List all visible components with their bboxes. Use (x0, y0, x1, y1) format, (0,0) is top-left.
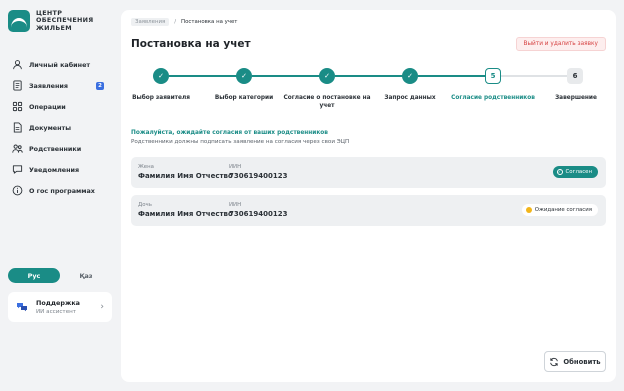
step-check-icon: ✓ (402, 68, 418, 84)
sidebar: ЦЕНТР ОБЕСПЕЧЕНИЯ ЖИЛЬЕМ Личный кабинет … (0, 0, 120, 391)
chat-bubbles-icon (17, 303, 27, 312)
step-label: Запрос данных (384, 95, 436, 101)
file-icon (13, 122, 22, 133)
breadcrumb: Заявления / Постановка на учет (131, 18, 237, 26)
check-circle-icon: ✓ (556, 169, 563, 175)
sidebar-item-label: Личный кабинет (29, 60, 91, 69)
relative-row: Жена Фамилия Имя Отчество ИИН 7306194001… (131, 157, 606, 188)
main-panel: Заявления / Постановка на учет Постановк… (121, 10, 616, 382)
sidebar-item-documents[interactable]: Документы (12, 117, 116, 138)
sidebar-item-label: Заявления (29, 81, 69, 90)
count-badge: 2 (96, 81, 104, 90)
relation-label: Дочь (138, 202, 152, 208)
breadcrumb-current: Постановка на учет (181, 19, 238, 25)
page-title: Постановка на учет (131, 38, 251, 50)
step-label-current: Согласие родственников (451, 95, 535, 101)
step-connector (418, 75, 493, 77)
sidebar-item-relatives[interactable]: Родственники (12, 138, 116, 159)
step-label: Выбор категории (214, 95, 274, 101)
stepper: ✓ ✓ ✓ ✓ 5 6 Выбор заявителя Выбор катего… (121, 68, 616, 118)
step-number-current: 5 (485, 68, 501, 84)
refresh-icon (550, 357, 559, 366)
chat-icon (12, 165, 23, 174)
relative-row: Дочь Фамилия Имя Отчество ИИН 7306194001… (131, 195, 606, 226)
support-subtitle: ИИ ассистент (36, 309, 77, 315)
step-connector (501, 75, 576, 77)
refresh-button[interactable]: Обновить (544, 351, 606, 372)
user-icon (13, 60, 22, 70)
relative-name: Фамилия Имя Отчество (138, 172, 233, 180)
notice-subtitle: Родственники должны подписать заявление … (131, 139, 350, 145)
step-label: Выбор заявителя (132, 95, 190, 101)
step-label: Завершение (555, 95, 597, 101)
sidebar-item-label: О гос программах (29, 186, 95, 195)
logo-text: ЦЕНТР ОБЕСПЕЧЕНИЯ ЖИЛЬЕМ (36, 9, 94, 32)
iin-label: ИИН (229, 202, 242, 208)
status-badge: ✓ Согласен (552, 166, 598, 178)
status-text: Ожидание согласия (534, 207, 592, 213)
support-title: Поддержка (36, 299, 80, 307)
people-icon (12, 144, 23, 153)
sidebar-item-applications[interactable]: Заявления 2 (12, 75, 116, 96)
sidebar-nav: Личный кабинет Заявления 2 Операции Доку… (12, 54, 116, 201)
support-card[interactable]: Поддержка ИИ ассистент › (8, 292, 112, 322)
sidebar-item-label: Документы (29, 123, 72, 132)
document-icon (13, 80, 22, 91)
iin-value: 730619400123 (229, 172, 288, 180)
sidebar-item-label: Операции (29, 102, 66, 111)
step-connector (335, 75, 410, 77)
chevron-right-icon: › (100, 302, 104, 312)
logo-line-3: ЖИЛЬЕМ (36, 23, 72, 32)
breadcrumb-link[interactable]: Заявления (131, 18, 170, 26)
status-text: Согласен (565, 169, 592, 175)
relative-name: Фамилия Имя Отчество (138, 210, 233, 218)
logo-icon (8, 10, 30, 33)
step-label: Согласие о постановке на учет (283, 95, 371, 109)
step-connector (252, 75, 327, 77)
exit-delete-button[interactable]: Выйти и удалить заявку (515, 37, 606, 51)
breadcrumb-separator: / (174, 19, 177, 25)
pending-dot-icon (525, 207, 532, 213)
status-badge: Ожидание согласия (521, 204, 598, 216)
sidebar-item-label: Родственники (29, 144, 82, 153)
sidebar-item-operations[interactable]: Операции (12, 96, 116, 117)
sidebar-item-label: Уведомления (29, 165, 80, 174)
step-connector (169, 75, 244, 77)
notice-title: Пожалуйста, ожидайте согласия от ваших р… (131, 130, 328, 136)
sidebar-item-notifications[interactable]: Уведомления (12, 159, 116, 180)
sidebar-item-cabinet[interactable]: Личный кабинет (12, 54, 116, 75)
lang-kz-button[interactable]: Қаз (60, 268, 112, 283)
sidebar-item-programs[interactable]: О гос программах (12, 180, 116, 201)
iin-label: ИИН (229, 164, 242, 170)
lang-ru-button[interactable]: Рус (8, 268, 60, 283)
relation-label: Жена (138, 164, 154, 170)
refresh-label: Обновить (563, 357, 601, 366)
step-check-icon: ✓ (319, 68, 335, 84)
info-icon (12, 185, 23, 196)
language-switcher: Рус Қаз (8, 268, 112, 283)
step-number-future: 6 (567, 68, 583, 84)
iin-value: 730619400123 (229, 210, 288, 218)
step-check-icon: ✓ (153, 68, 169, 84)
logo[interactable]: ЦЕНТР ОБЕСПЕЧЕНИЯ ЖИЛЬЕМ (8, 9, 94, 33)
grid-icon (12, 101, 23, 112)
step-check-icon: ✓ (236, 68, 252, 84)
